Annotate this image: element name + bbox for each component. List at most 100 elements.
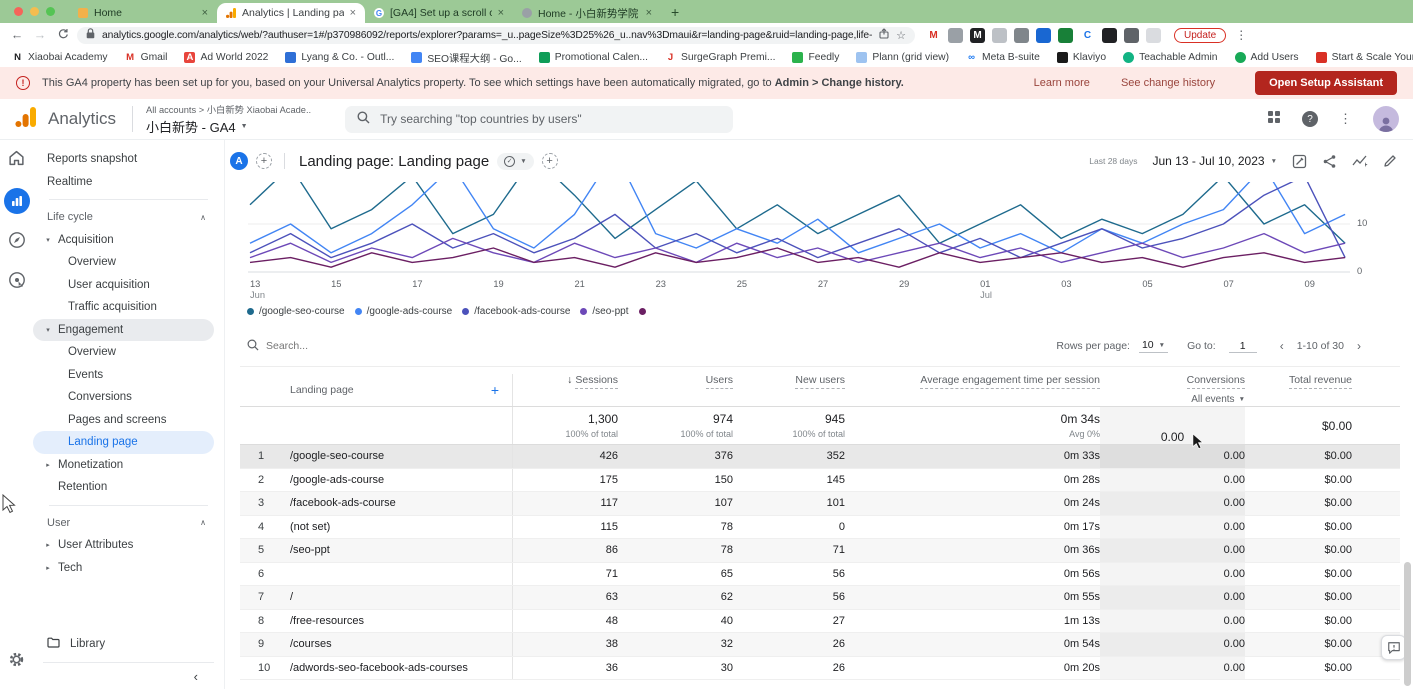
column-conversions[interactable]: Conversions All events ▼ (1100, 374, 1245, 405)
insights-icon[interactable] (1352, 154, 1368, 169)
extension-icon[interactable] (948, 28, 963, 43)
dimension-chip[interactable]: ✓ ▼ (497, 153, 533, 170)
conversions-event-filter[interactable]: All events ▼ (1191, 394, 1245, 405)
bookmark-add-users[interactable]: Add Users (1235, 52, 1299, 63)
explore-icon[interactable] (8, 231, 26, 254)
share-report-icon[interactable] (1322, 154, 1337, 169)
extension-icon[interactable] (1146, 28, 1161, 43)
see-change-history-link[interactable]: See change history (1121, 77, 1215, 89)
open-setup-assistant-button[interactable]: Open Setup Assistant (1255, 71, 1397, 95)
rows-per-page-select[interactable]: 10 ▼ (1139, 339, 1168, 353)
apps-grid-icon[interactable] (1267, 110, 1281, 129)
bookmark-teachable-admin[interactable]: Teachable Admin (1123, 52, 1217, 63)
add-comparison-button[interactable]: + (256, 153, 272, 169)
add-filter-button[interactable]: + (542, 153, 558, 169)
sidebar-item-realtime[interactable]: Realtime (33, 171, 224, 194)
sessions-line-chart[interactable]: 13Jun151719212325272901Jul03050709 100 /… (225, 182, 1413, 322)
property-selector[interactable]: 小白新势 - GA4 ▼ (146, 117, 311, 136)
share-icon[interactable] (879, 28, 889, 42)
forward-button[interactable]: → (31, 28, 49, 42)
column-new-users[interactable]: New users (733, 374, 845, 389)
extension-icon[interactable] (1058, 28, 1073, 43)
reload-button[interactable] (54, 28, 72, 43)
edit-report-icon[interactable] (1383, 154, 1397, 168)
bookmark-start-scale-your[interactable]: Start & Scale Your... (1316, 52, 1413, 63)
column-avg-engagement[interactable]: Average engagement time per session (845, 374, 1100, 389)
close-tab-icon[interactable]: × (350, 7, 356, 19)
collapse-section-icon[interactable]: ∧ (200, 213, 206, 222)
chevron-right-icon[interactable]: ▸ (44, 461, 52, 469)
sidebar-item-library[interactable]: Library (33, 632, 224, 656)
edit-comparison-icon[interactable] (1292, 154, 1307, 169)
avatar[interactable] (1373, 106, 1399, 132)
sidebar-item-monetization[interactable]: ▸Monetization (33, 454, 224, 477)
browser-tab-home[interactable]: Home× (69, 3, 217, 23)
sidebar-item-reports-snapshot[interactable]: Reports snapshot (33, 148, 224, 171)
bookmark-promotional-calen[interactable]: Promotional Calen... (539, 52, 648, 63)
traffic-chart-svg[interactable] (225, 182, 1413, 277)
extension-icon[interactable]: M (970, 28, 985, 43)
sidebar-item-retention[interactable]: Retention (33, 476, 224, 499)
close-window-icon[interactable] (14, 7, 23, 16)
advertising-icon[interactable] (8, 271, 26, 294)
date-range-selector[interactable]: Jun 13 - Jul 10, 2023 ▼ (1152, 154, 1277, 168)
sidebar-item-events[interactable]: Events (33, 364, 224, 387)
extension-icon[interactable] (992, 28, 1007, 43)
update-button[interactable]: Update (1174, 28, 1226, 43)
more-menu-icon[interactable]: ⋮ (1339, 111, 1352, 127)
chevron-down-icon[interactable]: ▾ (44, 236, 52, 244)
browser-menu-icon[interactable]: ⋮ (1235, 28, 1247, 42)
browser-tab-analytics-landing-page-land[interactable]: Analytics | Landing page: Land× (217, 3, 365, 23)
extension-icon[interactable]: M (926, 28, 941, 43)
extension-icon[interactable] (1036, 28, 1051, 43)
new-tab-button[interactable]: + (671, 4, 679, 20)
bookmark-star-icon[interactable]: ☆ (896, 29, 906, 42)
back-button[interactable]: ← (8, 28, 26, 42)
close-tab-icon[interactable]: × (646, 7, 652, 19)
reports-icon[interactable] (4, 188, 30, 214)
close-tab-icon[interactable]: × (202, 7, 208, 19)
sidebar-item-conversions[interactable]: Conversions (33, 386, 224, 409)
sidebar-item-user-acquisition[interactable]: User acquisition (33, 274, 224, 297)
url-bar[interactable]: analytics.google.com/analytics/web/?auth… (77, 27, 915, 44)
table-search-input[interactable] (266, 340, 456, 352)
collapse-sidebar-icon[interactable]: ‹ (194, 669, 198, 684)
bookmark-surgegraph-premi[interactable]: JSurgeGraph Premi... (665, 52, 775, 63)
column-total-revenue[interactable]: Total revenue (1245, 374, 1352, 389)
bookmark-klaviyo[interactable]: Klaviyo (1057, 52, 1106, 63)
bookmark-lyang-co-outl[interactable]: Lyang & Co. - Outl... (285, 52, 394, 63)
learn-more-link[interactable]: Learn more (1034, 77, 1090, 89)
home-icon[interactable] (8, 150, 25, 171)
bookmark-seo课程大纲-go[interactable]: SEO课程大纲 - Go... (411, 50, 521, 65)
sidebar-item-pages-and-screens[interactable]: Pages and screens (33, 409, 224, 432)
window-controls[interactable] (10, 0, 69, 23)
extension-icon[interactable] (1014, 28, 1029, 43)
sidebar-item-engagement[interactable]: ▾Engagement (33, 319, 214, 342)
bookmark-plann-grid-view[interactable]: Plann (grid view) (856, 52, 949, 63)
extension-icon[interactable] (1102, 28, 1117, 43)
maximize-window-icon[interactable] (46, 7, 55, 16)
bookmark-xiaobai-academy[interactable]: NXiaobai Academy (12, 52, 108, 63)
admin-gear-icon[interactable] (8, 651, 25, 673)
previous-page-icon[interactable]: ‹ (1276, 339, 1288, 353)
browser-tab-ga4-set-up-a-scroll-conversi[interactable]: G[GA4] Set up a scroll conversi× (365, 3, 513, 23)
chevron-right-icon[interactable]: ▸ (44, 541, 52, 549)
close-tab-icon[interactable]: × (498, 7, 504, 19)
feedback-button[interactable] (1381, 635, 1406, 660)
chevron-down-icon[interactable]: ▾ (44, 326, 52, 334)
browser-tab-home-小白新势学院[interactable]: Home - 小白新势学院× (513, 3, 661, 23)
bookmark-meta-b-suite[interactable]: ∞Meta B-suite (966, 52, 1040, 63)
chevron-right-icon[interactable]: ▸ (44, 564, 52, 572)
extension-icon[interactable]: C (1080, 28, 1095, 43)
sidebar-section-life-cycle[interactable]: Life cycle∧ (33, 206, 224, 229)
extension-icon[interactable] (1124, 28, 1139, 43)
page-scrollbar[interactable] (1404, 562, 1411, 686)
bookmark-gmail[interactable]: MGmail (125, 52, 168, 63)
sidebar-item-traffic-acquisition[interactable]: Traffic acquisition (33, 296, 224, 319)
next-page-icon[interactable]: › (1353, 339, 1365, 353)
bookmark-feedly[interactable]: Feedly (792, 52, 839, 63)
sidebar-item-acquisition[interactable]: ▾Acquisition (33, 229, 224, 252)
column-users[interactable]: Users (618, 374, 733, 389)
sidebar-item-tech[interactable]: ▸Tech (33, 557, 224, 580)
help-icon[interactable]: ? (1302, 111, 1318, 127)
